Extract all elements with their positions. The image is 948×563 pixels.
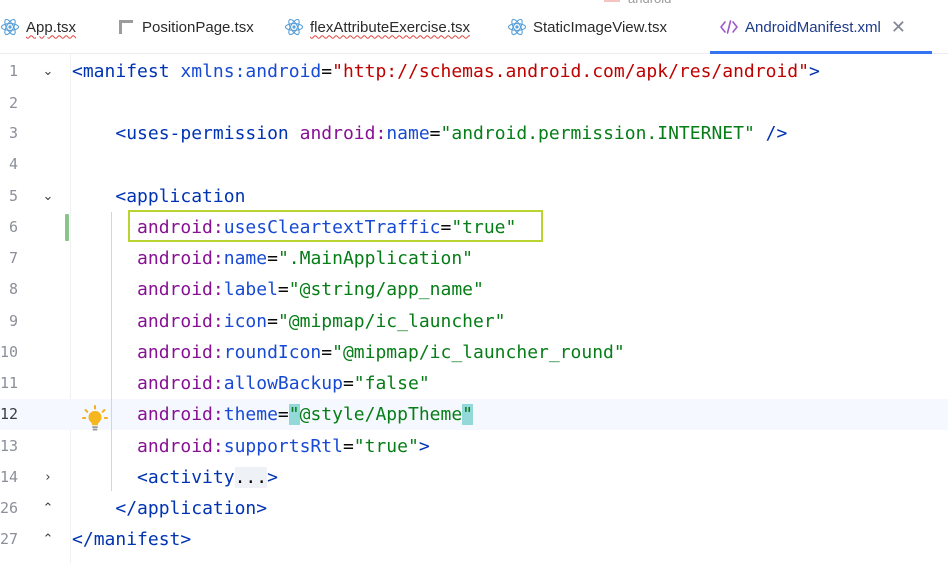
line-number: 13 <box>0 437 18 455</box>
line-number: 6 <box>8 218 18 236</box>
modified-line-marker[interactable] <box>65 214 69 241</box>
line-number: 11 <box>0 374 18 392</box>
code-line[interactable]: 8 android:label="@string/app_name" <box>0 274 948 305</box>
code-text[interactable]: android:roundIcon="@mipmap/ic_launcher_r… <box>72 337 625 368</box>
code-editor[interactable]: 1 ⌄ <manifest xmlns:android="http://sche… <box>0 54 948 563</box>
xml-icon <box>719 17 739 37</box>
line-number: 8 <box>8 280 18 298</box>
line-number: 26 <box>0 499 18 517</box>
editor-tab-bar: android App.tsx PositionPage.tsx flexAtt… <box>0 0 948 54</box>
close-tab-icon[interactable]: ✕ <box>891 18 906 36</box>
code-line-current[interactable]: 12 android:theme="@style/AppTheme" <box>0 399 948 430</box>
line-number: 9 <box>8 312 18 330</box>
code-line[interactable]: 3 <uses-permission android:name="android… <box>0 118 948 149</box>
tab-label: App.tsx <box>26 18 77 36</box>
annotation-highlight-box <box>128 210 543 242</box>
code-line[interactable]: 1 ⌄ <manifest xmlns:android="http://sche… <box>0 56 948 87</box>
code-line[interactable]: 10 android:roundIcon="@mipmap/ic_launche… <box>0 337 948 368</box>
react-icon <box>507 17 527 37</box>
indent-guide <box>111 212 112 491</box>
fold-chevron-down-icon[interactable]: ⌄ <box>40 56 56 87</box>
lightbulb-icon[interactable] <box>82 405 108 433</box>
line-number: 3 <box>8 124 18 142</box>
fold-chevron-up-icon[interactable]: ⌃ <box>40 524 56 555</box>
fold-chevron-up-icon[interactable]: ⌃ <box>40 493 56 524</box>
code-text[interactable]: <activity...> <box>72 462 278 493</box>
line-number: 10 <box>0 343 18 361</box>
code-text[interactable]: android:label="@string/app_name" <box>72 274 484 305</box>
tab-flexattributeexercise-tsx[interactable]: flexAttributeExercise.tsx <box>284 0 470 54</box>
code-text[interactable]: <uses-permission android:name="android.p… <box>72 118 787 149</box>
fold-chevron-down-icon[interactable]: ⌄ <box>40 181 56 212</box>
code-line[interactable]: 9 android:icon="@mipmap/ic_launcher" <box>0 306 948 337</box>
line-number: 4 <box>8 155 18 173</box>
code-line[interactable]: 5 ⌄ <application <box>0 181 948 212</box>
folded-region[interactable]: ... <box>234 467 268 488</box>
code-line[interactable]: 4 <box>0 149 948 180</box>
line-number: 12 <box>0 405 18 423</box>
code-text[interactable]: </application> <box>72 493 267 524</box>
tab-positionpage-tsx[interactable]: PositionPage.tsx <box>116 0 254 54</box>
code-text[interactable]: android:supportsRtl="true"> <box>72 431 430 462</box>
code-line[interactable]: 7 android:name=".MainApplication" <box>0 243 948 274</box>
tab-app-tsx[interactable]: App.tsx <box>0 0 76 54</box>
code-line[interactable]: 13 android:supportsRtl="true"> <box>0 431 948 462</box>
line-number: 1 <box>8 62 18 80</box>
code-text[interactable]: <application <box>72 181 245 212</box>
file-icon <box>116 17 136 37</box>
tab-label: AndroidManifest.xml <box>745 18 881 36</box>
tab-label: StaticImageView.tsx <box>533 18 667 36</box>
tab-androidmanifest-xml[interactable]: AndroidManifest.xml ✕ <box>710 0 932 54</box>
line-number: 5 <box>8 187 18 205</box>
tab-staticimageview-tsx[interactable]: StaticImageView.tsx <box>507 0 667 54</box>
code-text[interactable]: </manifest> <box>72 524 191 555</box>
tab-label: PositionPage.tsx <box>142 18 254 36</box>
code-text[interactable]: <manifest xmlns:android="http://schemas.… <box>72 56 820 87</box>
line-number: 14 <box>0 468 18 486</box>
code-text[interactable]: android:allowBackup="false" <box>72 368 430 399</box>
react-icon <box>284 17 304 37</box>
line-number: 7 <box>8 249 18 267</box>
react-icon <box>0 17 20 37</box>
code-line[interactable]: 14 › <activity...> <box>0 462 948 493</box>
code-text[interactable]: android:icon="@mipmap/ic_launcher" <box>72 306 505 337</box>
code-line[interactable]: 11 android:allowBackup="false" <box>0 368 948 399</box>
code-line[interactable]: 2 <box>0 88 948 119</box>
code-line[interactable]: 27 ⌃ </manifest> <box>0 524 948 555</box>
code-text[interactable]: android:theme="@style/AppTheme" <box>72 399 474 430</box>
line-number: 2 <box>8 94 18 112</box>
fold-chevron-right-icon[interactable]: › <box>40 462 56 493</box>
tab-label: flexAttributeExercise.tsx <box>310 18 471 36</box>
line-number: 27 <box>0 530 18 548</box>
code-line[interactable]: 26 ⌃ </application> <box>0 493 948 524</box>
code-text[interactable]: android:name=".MainApplication" <box>72 243 473 274</box>
